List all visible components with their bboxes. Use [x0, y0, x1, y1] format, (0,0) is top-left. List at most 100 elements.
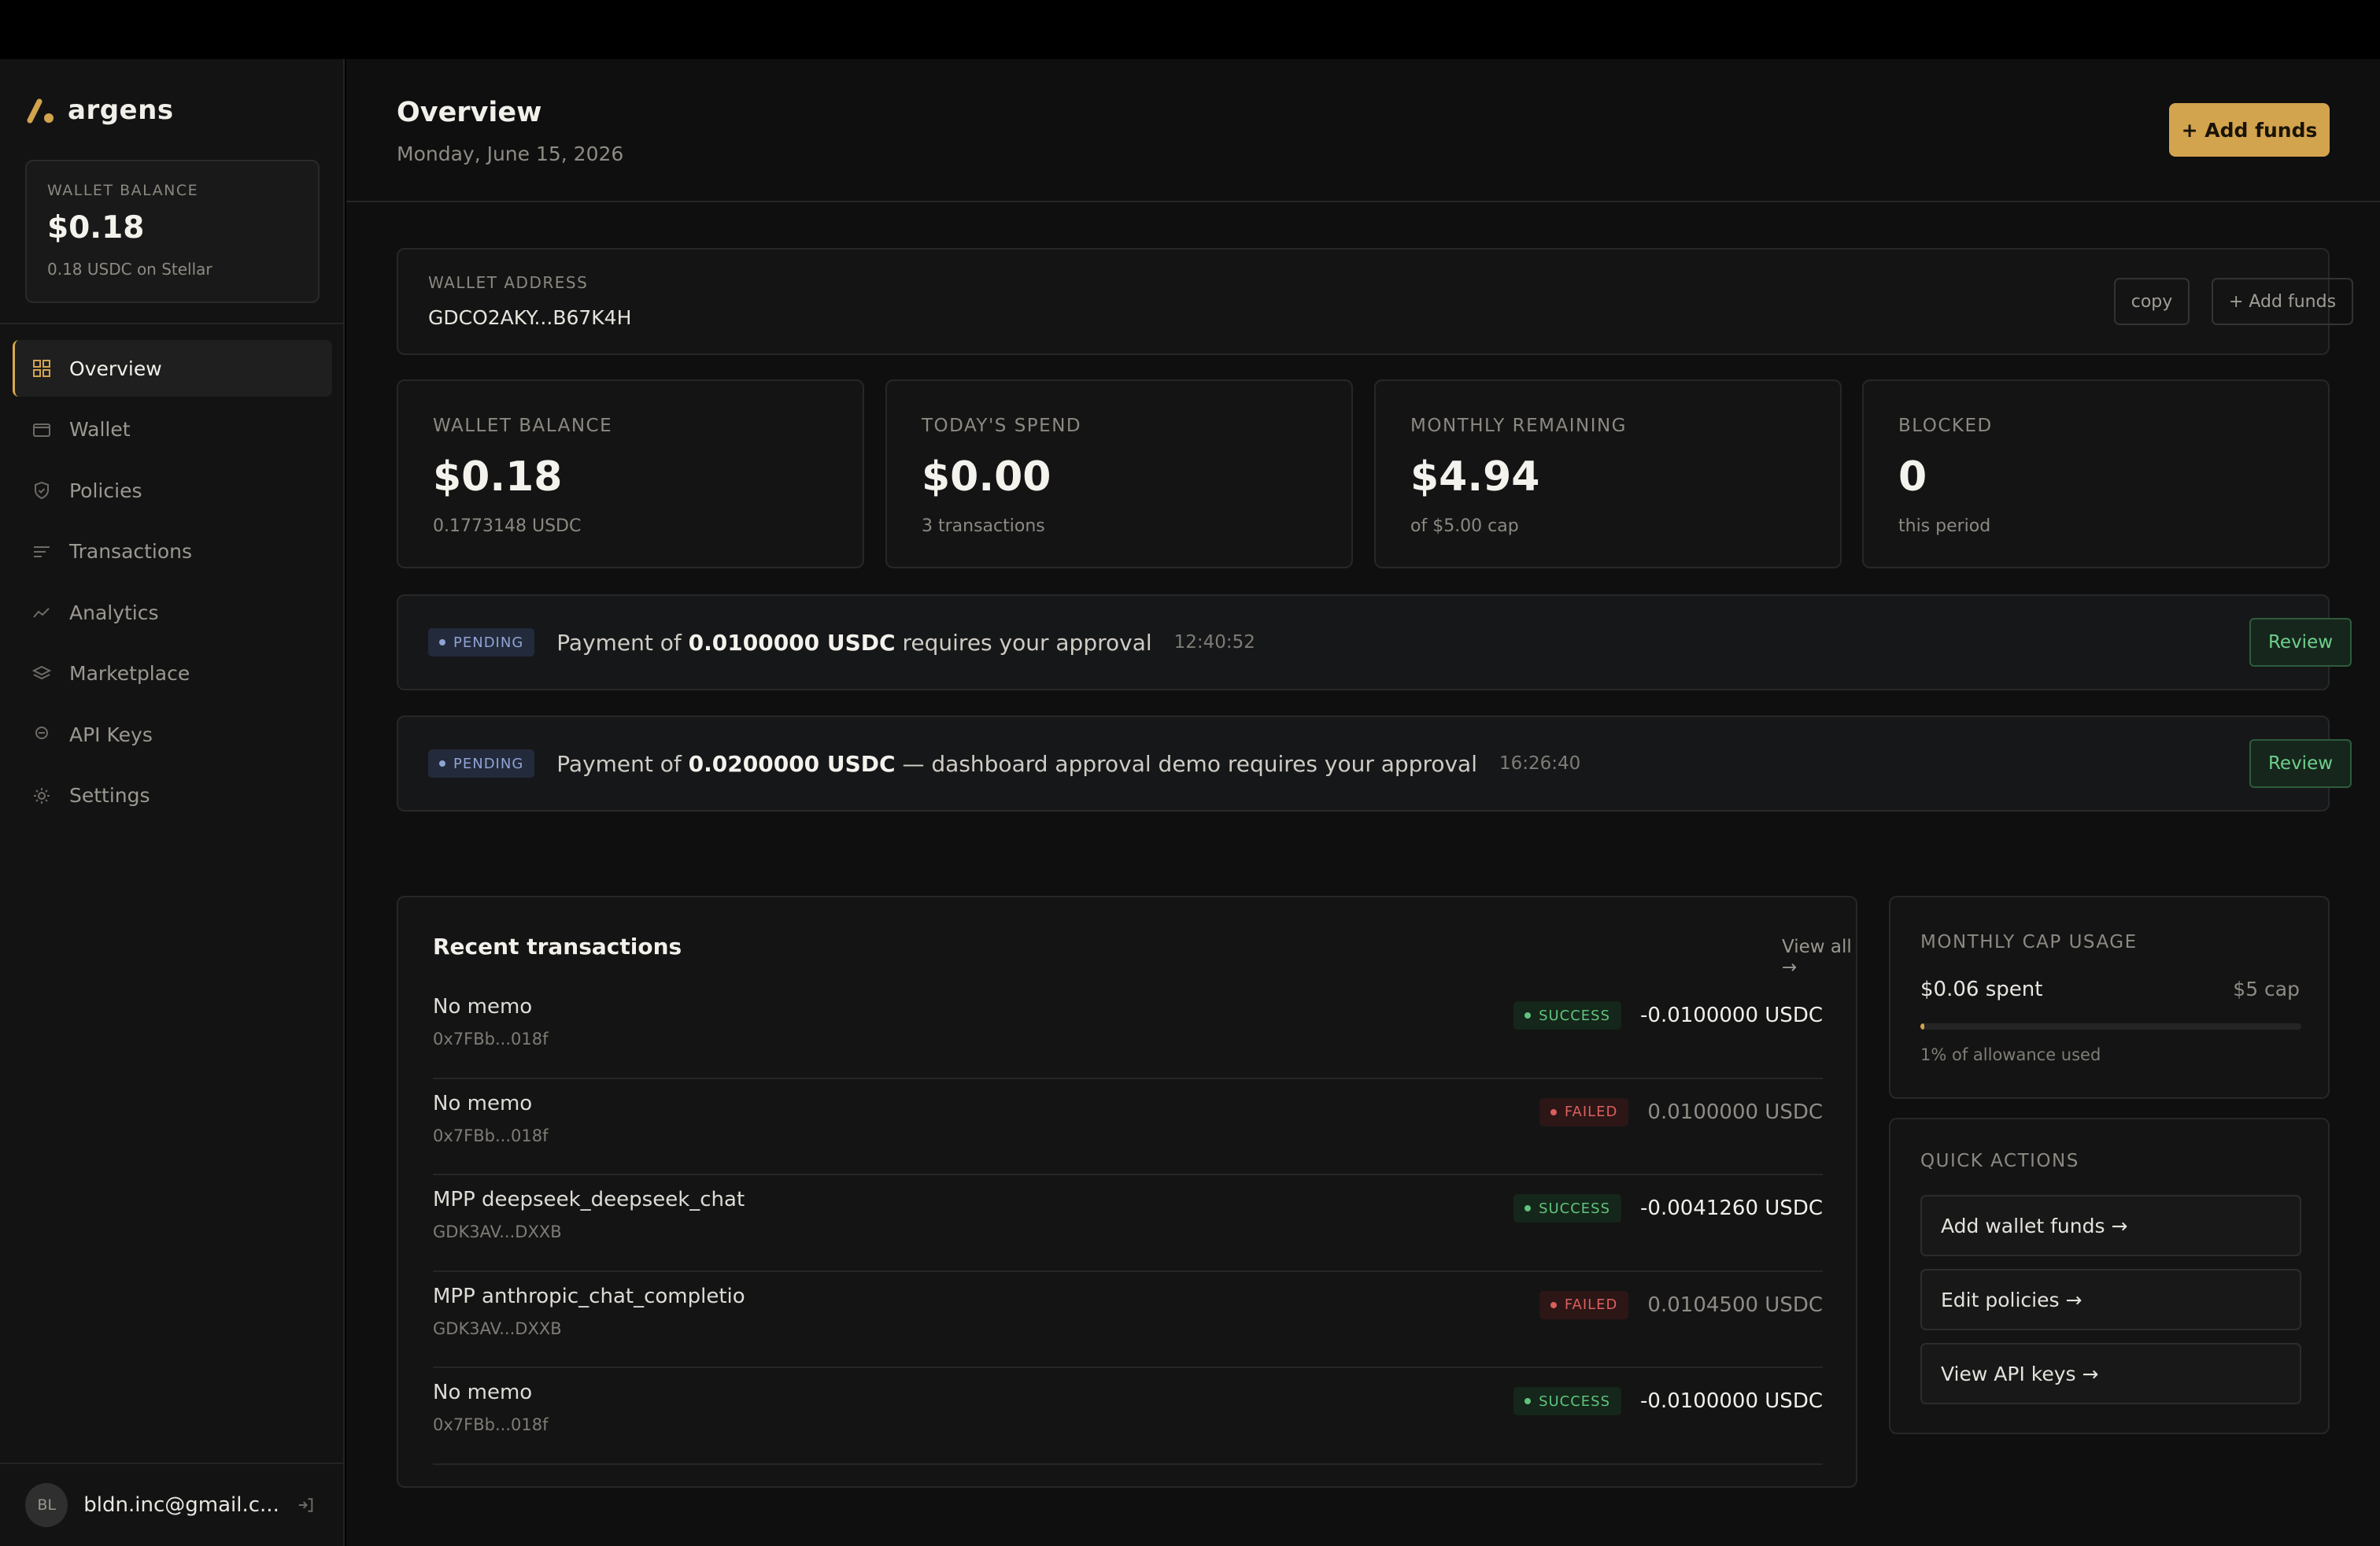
tx-memo: MPP deepseek_deepseek_chat	[433, 1188, 745, 1211]
window-top-bar	[0, 0, 2380, 59]
sidebar-item-transactions[interactable]: Transactions	[13, 523, 332, 580]
view-all-link[interactable]: View all →	[1782, 937, 1856, 978]
monthly-cap-label: MONTHLY CAP USAGE	[1920, 932, 2138, 952]
brand-name: argens	[68, 94, 174, 126]
sidebar-wallet-sub: 0.18 USDC on Stellar	[47, 260, 213, 279]
stat-sub: 0.1773148 USDC	[433, 516, 582, 536]
stat-wallet-balance: WALLET BALANCE $0.18 0.1773148 USDC	[397, 379, 864, 568]
stat-label: TODAY'S SPEND	[922, 416, 1082, 436]
sidebar-item-marketplace[interactable]: Marketplace	[13, 645, 332, 702]
tx-memo: No memo	[433, 1381, 533, 1404]
cap-limit: $5 cap	[2233, 978, 2300, 1000]
sidebar-wallet-value: $0.18	[47, 210, 145, 246]
sidebar-wallet-label: WALLET BALANCE	[47, 182, 199, 199]
stat-sub: 3 transactions	[922, 516, 1045, 536]
pending-message: Payment of 0.0100000 USDC requires your …	[556, 629, 1152, 656]
pending-badge: PENDING	[428, 749, 535, 778]
copy-address-button[interactable]: copy	[2114, 278, 2190, 325]
status-badge: FAILED	[1539, 1290, 1629, 1319]
stat-sub: of $5.00 cap	[1410, 516, 1519, 536]
monthly-cap-card: MONTHLY CAP USAGE $0.06 spent $5 cap 1% …	[1889, 896, 2330, 1099]
tx-amount: 0.0104500 USDC	[1647, 1293, 1823, 1317]
user-email: bldn.inc@gmail.c...	[83, 1493, 279, 1517]
stat-todays-spend: TODAY'S SPEND $0.00 3 transactions	[885, 379, 1353, 568]
stat-label: MONTHLY REMAINING	[1410, 416, 1628, 436]
quick-actions-label: QUICK ACTIONS	[1920, 1151, 2079, 1171]
sidebar-item-analytics[interactable]: Analytics	[13, 584, 332, 641]
wallet-address-value: GDCO2AKY...B67K4H	[428, 306, 632, 329]
grid-icon	[31, 358, 52, 379]
address-add-funds-button[interactable]: + Add funds	[2212, 278, 2353, 325]
sidebar-item-label: Policies	[69, 479, 142, 502]
cap-progress-fill	[1920, 1023, 1924, 1030]
avatar: BL	[25, 1483, 68, 1527]
sidebar-item-label: Wallet	[69, 418, 131, 441]
table-row[interactable]: No memo 0x7FBb...018f SUCCESS -0.0100000…	[433, 982, 1823, 1079]
stat-blocked: BLOCKED 0 this period	[1862, 379, 2330, 568]
stat-value: $4.94	[1410, 453, 1540, 501]
wallet-address-label: WALLET ADDRESS	[428, 273, 589, 292]
tx-address: 0x7FBb...018f	[433, 1030, 549, 1049]
edit-policies-button[interactable]: Edit policies →	[1920, 1269, 2301, 1330]
tx-memo: MPP anthropic_chat_completio	[433, 1284, 745, 1308]
status-badge: SUCCESS	[1513, 1387, 1622, 1415]
sidebar-wallet-card: WALLET BALANCE $0.18 0.18 USDC on Stella…	[25, 160, 320, 303]
page-header: Overview Monday, June 15, 2026 + Add fun…	[346, 59, 2380, 202]
tx-amount: -0.0041260 USDC	[1640, 1196, 1823, 1220]
tx-memo: No memo	[433, 995, 533, 1019]
stat-label: BLOCKED	[1898, 416, 1993, 436]
recent-transactions-title: Recent transactions	[433, 934, 682, 960]
sidebar-item-label: Settings	[69, 784, 150, 807]
stat-monthly-remaining: MONTHLY REMAINING $4.94 of $5.00 cap	[1374, 379, 1842, 568]
sidebar-item-label: Overview	[69, 357, 162, 380]
sidebar-item-policies[interactable]: Policies	[13, 462, 332, 519]
stat-value: 0	[1898, 453, 1927, 501]
argens-logo-icon	[27, 98, 54, 124]
review-button[interactable]: Review	[2249, 618, 2352, 667]
pending-approval-banner: PENDING Payment of 0.0200000 USDC — dash…	[397, 716, 2352, 812]
status-badge: FAILED	[1539, 1097, 1629, 1126]
gear-icon	[31, 786, 52, 806]
logout-icon[interactable]	[295, 1494, 316, 1516]
layers-icon	[31, 664, 52, 684]
sidebar-divider	[0, 323, 345, 324]
pending-time: 16:26:40	[1499, 753, 1581, 774]
review-button[interactable]: Review	[2249, 739, 2352, 788]
add-wallet-funds-button[interactable]: Add wallet funds →	[1920, 1195, 2301, 1256]
pending-message: Payment of 0.0200000 USDC — dashboard ap…	[556, 750, 1477, 777]
cap-spent: $0.06 spent	[1920, 978, 2043, 1001]
table-row[interactable]: No memo 0x7FBb...018f FAILED 0.0100000 U…	[433, 1079, 1823, 1175]
list-icon	[31, 542, 52, 562]
add-funds-button[interactable]: + Add funds	[2169, 103, 2330, 157]
tx-address: GDK3AV...DXXB	[433, 1319, 562, 1338]
tx-amount: 0.0100000 USDC	[1647, 1100, 1823, 1124]
main-content: Overview Monday, June 15, 2026 + Add fun…	[346, 59, 2380, 1546]
stat-sub: this period	[1898, 516, 1991, 536]
stat-value: $0.00	[922, 453, 1051, 501]
table-row[interactable]: MPP anthropic_chat_completio GDK3AV...DX…	[433, 1272, 1823, 1368]
cap-note: 1% of allowance used	[1920, 1045, 2101, 1064]
stat-value: $0.18	[433, 453, 563, 501]
status-badge: SUCCESS	[1513, 1194, 1622, 1222]
table-row[interactable]: MPP deepseek_deepseek_chat GDK3AV...DXXB…	[433, 1175, 1823, 1272]
pending-time: 12:40:52	[1173, 632, 1255, 653]
sidebar-item-label: Marketplace	[69, 662, 190, 685]
brand[interactable]: argens	[27, 94, 174, 126]
sidebar-item-wallet[interactable]: Wallet	[13, 401, 332, 458]
cap-progress-bar	[1920, 1023, 2301, 1030]
sidebar-item-settings[interactable]: Settings	[13, 767, 332, 824]
sidebar-item-overview[interactable]: Overview	[13, 340, 332, 397]
sidebar-item-label: Analytics	[69, 601, 159, 624]
wallet-icon	[31, 420, 52, 440]
key-icon	[31, 724, 52, 745]
tx-address: 0x7FBb...018f	[433, 1126, 549, 1145]
pending-badge: PENDING	[428, 628, 535, 656]
sidebar-footer-divider	[0, 1463, 345, 1464]
user-account[interactable]: BL bldn.inc@gmail.c...	[25, 1483, 316, 1527]
sidebar-item-label: API Keys	[69, 723, 153, 746]
sidebar-item-api-keys[interactable]: API Keys	[13, 706, 332, 763]
table-row[interactable]: No memo 0x7FBb...018f SUCCESS -0.0100000…	[433, 1368, 1823, 1465]
recent-transactions-card: Recent transactions View all → No memo 0…	[397, 896, 1857, 1488]
page-title: Overview	[397, 97, 542, 128]
view-api-keys-button[interactable]: View API keys →	[1920, 1343, 2301, 1404]
